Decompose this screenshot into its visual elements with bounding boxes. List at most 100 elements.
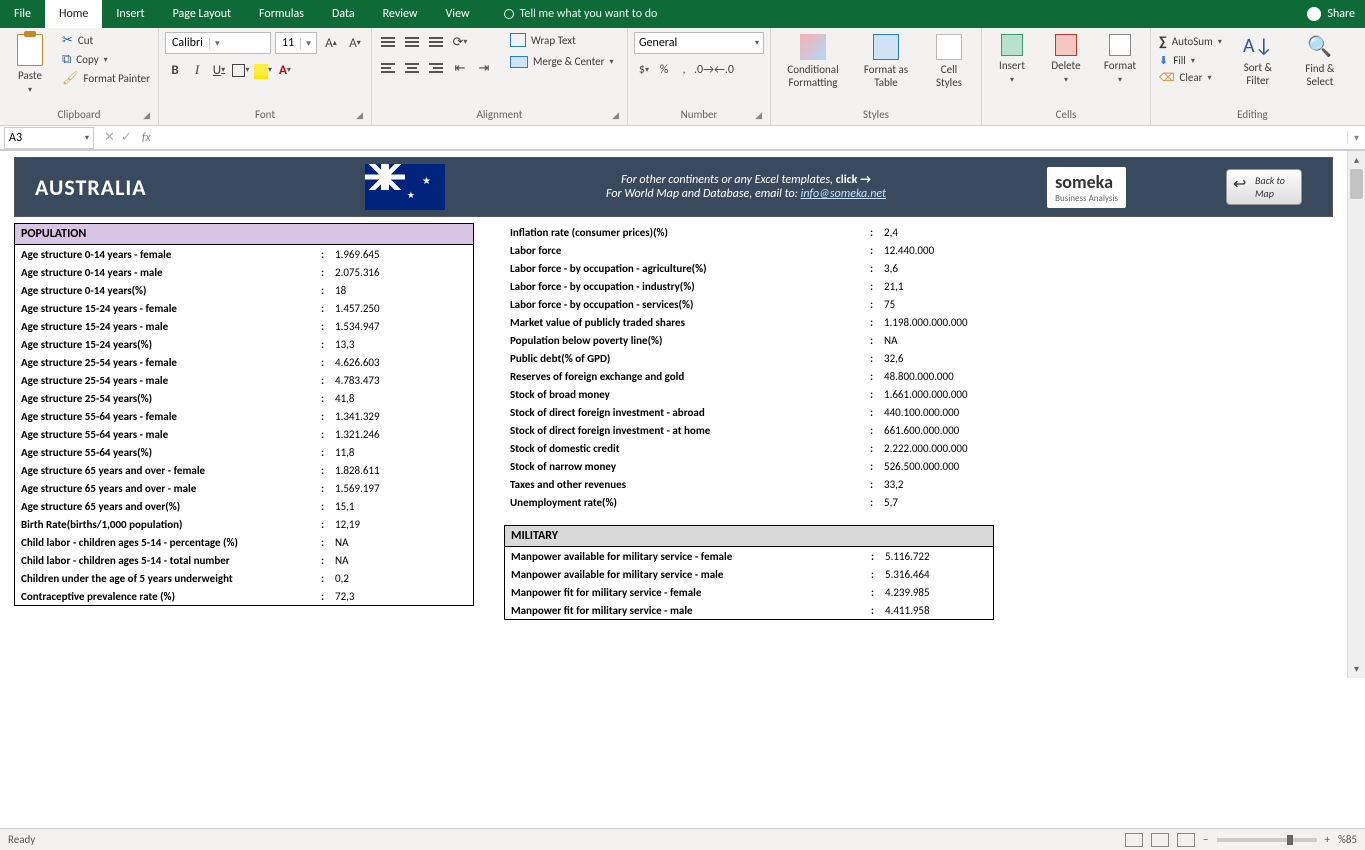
format-as-table-button[interactable]: Format as Table xyxy=(855,32,917,91)
inc-decimal-button[interactable]: .0→ xyxy=(694,60,714,80)
tab-home[interactable]: Home xyxy=(45,0,102,28)
comma-button[interactable]: , xyxy=(674,60,694,80)
zoom-slider[interactable] xyxy=(1217,838,1317,842)
merge-center-button[interactable]: Merge & Center▾ xyxy=(508,54,616,69)
right-column: Inflation rate (consumer prices)(%):2,4L… xyxy=(504,223,994,620)
tab-file[interactable]: File xyxy=(0,0,45,28)
font-size-combo[interactable]: 11▾ xyxy=(275,32,317,54)
tab-review[interactable]: Review xyxy=(369,0,432,28)
share-button[interactable]: Share xyxy=(1307,7,1355,21)
align-center-button[interactable] xyxy=(402,58,422,78)
row-sep: : xyxy=(871,604,885,617)
data-row: Stock of domestic credit:2.222.000.000.0… xyxy=(504,439,994,457)
data-row: Age structure 55-64 years - female:1.341… xyxy=(15,407,473,425)
number-format-combo[interactable]: General▾ xyxy=(634,32,764,54)
row-value: NA xyxy=(884,334,988,347)
page-break-view-button[interactable] xyxy=(1177,833,1195,847)
dec-indent-button[interactable]: ⇤ xyxy=(450,58,470,78)
row-value: 75 xyxy=(884,298,988,311)
format-button[interactable]: Format▾ xyxy=(1096,32,1144,87)
dialog-launcher-icon[interactable]: ◢ xyxy=(143,110,150,121)
click-link[interactable]: click xyxy=(836,173,858,187)
tab-insert[interactable]: Insert xyxy=(102,0,158,28)
zoom-value[interactable]: %85 xyxy=(1338,833,1357,846)
dialog-launcher-icon[interactable]: ◢ xyxy=(356,110,363,121)
normal-view-button[interactable] xyxy=(1125,833,1143,847)
find-select-button[interactable]: 🔍Find & Select xyxy=(1292,32,1348,90)
conditional-formatting-button[interactable]: Conditional Formatting xyxy=(777,32,849,91)
shrink-font-button[interactable]: A▾ xyxy=(345,33,365,53)
vertical-scrollbar[interactable]: ▴ ▾ xyxy=(1347,151,1365,678)
tab-formulas[interactable]: Formulas xyxy=(245,0,318,28)
email-link[interactable]: info@someka.net xyxy=(801,187,887,201)
align-icon xyxy=(381,37,395,47)
percent-button[interactable]: % xyxy=(654,60,674,80)
borders-button[interactable]: ▾ xyxy=(231,60,251,80)
data-row: Market value of publicly traded shares:1… xyxy=(504,313,994,331)
paste-button[interactable]: Paste ▾ xyxy=(6,32,54,97)
scroll-down-icon[interactable]: ▾ xyxy=(1348,660,1365,678)
autosum-button[interactable]: ∑AutoSum▾ xyxy=(1157,32,1224,51)
align-middle-button[interactable] xyxy=(402,32,422,52)
dialog-launcher-icon[interactable]: ◢ xyxy=(755,110,762,121)
accounting-format-button[interactable]: $▾ xyxy=(634,60,654,80)
cell-styles-button[interactable]: Cell Styles xyxy=(923,32,975,91)
scroll-up-icon[interactable]: ▴ xyxy=(1348,151,1365,169)
bold-button[interactable]: B xyxy=(165,60,185,80)
row-label: Stock of direct foreign investment - abr… xyxy=(510,406,870,419)
row-value: 12,19 xyxy=(335,518,467,531)
grow-font-button[interactable]: A▴ xyxy=(321,33,341,53)
data-row: Stock of direct foreign investment - at … xyxy=(504,421,994,439)
insert-button[interactable]: Insert▾ xyxy=(988,32,1036,87)
population-section: POPULATION Age structure 0-14 years - fe… xyxy=(14,223,474,606)
clear-button[interactable]: ⌫Clear▾ xyxy=(1157,70,1224,85)
dialog-launcher-icon[interactable]: ◢ xyxy=(612,110,619,121)
row-sep: : xyxy=(870,352,884,365)
worksheet[interactable]: AUSTRALIA ★★ For other continents or any… xyxy=(0,151,1347,678)
copy-button[interactable]: ⧉Copy▾ xyxy=(60,51,152,68)
expand-formula-bar[interactable]: ▾ xyxy=(1347,131,1365,144)
cancel-icon[interactable]: ✕ xyxy=(104,130,115,145)
wrap-text-button[interactable]: Wrap Text xyxy=(508,32,616,48)
row-label: Taxes and other revenues xyxy=(510,478,870,491)
tell-me[interactable]: Tell me what you want to do xyxy=(504,7,658,21)
page-layout-view-button[interactable] xyxy=(1151,833,1169,847)
align-right-button[interactable] xyxy=(426,58,446,78)
align-bottom-button[interactable] xyxy=(426,32,446,52)
dec-decimal-button[interactable]: ←.0 xyxy=(714,60,734,80)
font-color-button[interactable]: A▾ xyxy=(275,60,295,80)
editing-group-label: Editing xyxy=(1237,108,1268,121)
zoom-in-button[interactable]: + xyxy=(1325,833,1330,846)
data-row: Taxes and other revenues:33,2 xyxy=(504,475,994,493)
align-top-button[interactable] xyxy=(378,32,398,52)
font-name-combo[interactable]: Calibri▾ xyxy=(165,32,271,54)
align-left-button[interactable] xyxy=(378,58,398,78)
fx-icon[interactable]: fx xyxy=(142,131,151,145)
group-cells: Insert▾ Delete▾ Format▾ Cells xyxy=(982,28,1151,125)
row-sep: : xyxy=(321,284,335,297)
underline-button[interactable]: U▾ xyxy=(209,60,229,80)
delete-label: Delete xyxy=(1051,59,1080,72)
italic-button[interactable]: I xyxy=(187,60,207,80)
inc-indent-button[interactable]: ⇥ xyxy=(474,58,494,78)
sort-filter-button[interactable]: A↓Sort & Filter xyxy=(1230,32,1286,89)
tab-data[interactable]: Data xyxy=(318,0,369,28)
cut-button[interactable]: ✂Cut xyxy=(60,32,152,49)
zoom-out-button[interactable]: − xyxy=(1203,833,1208,846)
fill-button[interactable]: ⬇Fill▾ xyxy=(1157,53,1224,68)
row-label: Reserves of foreign exchange and gold xyxy=(510,370,870,383)
data-row: Stock of narrow money:526.500.000.000 xyxy=(504,457,994,475)
orientation-button[interactable]: ⟳▾ xyxy=(450,32,470,52)
delete-button[interactable]: Delete▾ xyxy=(1042,32,1090,87)
scroll-thumb[interactable] xyxy=(1350,169,1363,199)
fill-color-button[interactable]: ▾ xyxy=(253,60,273,80)
format-painter-button[interactable]: 🖌Format Painter xyxy=(60,70,152,87)
formula-input[interactable] xyxy=(157,127,1347,149)
row-label: Stock of direct foreign investment - at … xyxy=(510,424,870,437)
name-box[interactable]: A3▾ xyxy=(4,127,94,149)
enter-icon[interactable]: ✓ xyxy=(121,130,132,145)
back-to-map-button[interactable]: Back to Map xyxy=(1226,169,1302,205)
data-row: Population below poverty line(%):NA xyxy=(504,331,994,349)
tab-page-layout[interactable]: Page Layout xyxy=(159,0,245,28)
tab-view[interactable]: View xyxy=(432,0,484,28)
